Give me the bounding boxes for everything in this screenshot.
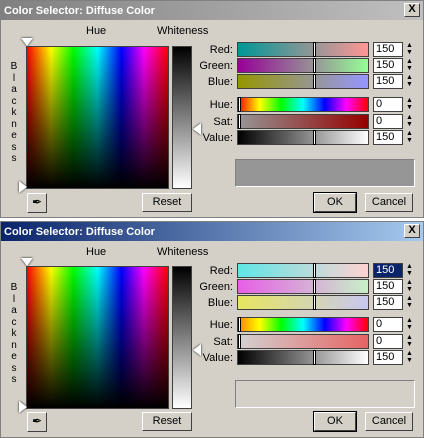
dialog-title: Color Selector: Diffuse Color (4, 4, 155, 17)
value-slider-thumb[interactable] (313, 130, 316, 145)
hue-spinner-arrows-icon[interactable]: ▲ ▼ (405, 317, 414, 332)
hue-slider[interactable] (237, 97, 369, 112)
green-spinner-arrows-icon[interactable]: ▲ ▼ (405, 58, 414, 73)
green-slider-thumb[interactable] (313, 58, 316, 73)
green-slider-thumb[interactable] (313, 279, 316, 294)
value-spinner[interactable]: 150 (373, 130, 403, 145)
blue-slider[interactable] (237, 74, 369, 89)
hue-spinner[interactable]: 0 (373, 317, 403, 332)
ok-button[interactable]: OK (313, 411, 357, 432)
green-slider[interactable] (237, 58, 369, 73)
color-preview-swatch (235, 380, 415, 408)
sat-slider[interactable] (237, 334, 369, 349)
value-slider[interactable] (237, 130, 369, 145)
value-spinner[interactable]: 150 (373, 350, 403, 365)
close-button[interactable]: X (404, 224, 420, 238)
value-label: Value: (202, 132, 233, 144)
hue-row-label: Hue: (209, 99, 233, 111)
hue-label: Hue (86, 25, 107, 37)
reset-button[interactable]: Reset (142, 412, 192, 431)
blue-slider-thumb[interactable] (313, 295, 316, 310)
hue-marker-icon[interactable] (21, 258, 33, 266)
title-bar: Color Selector: Diffuse Color (1, 1, 423, 20)
green-label: Green: (199, 60, 233, 72)
value-slider[interactable] (237, 350, 369, 365)
hue-spinner-arrows-icon[interactable]: ▲ ▼ (405, 97, 414, 112)
blue-spinner-arrows-icon[interactable]: ▲ ▼ (405, 295, 414, 310)
hue-blackness-field[interactable] (26, 266, 169, 409)
hue-marker-icon[interactable] (21, 38, 33, 46)
eyedropper-icon[interactable]: ✒ (27, 412, 47, 432)
red-spinner[interactable]: 150 (373, 42, 403, 57)
value-slider-thumb[interactable] (313, 350, 316, 365)
reset-button[interactable]: Reset (142, 193, 192, 212)
color-selector-dialog: Color Selector: Diffuse Color X Hue Whit… (0, 0, 424, 218)
green-slider[interactable] (237, 279, 369, 294)
sat-spinner[interactable]: 0 (373, 334, 403, 349)
color-selector-dialog: Color Selector: Diffuse Color X Hue Whit… (0, 221, 424, 438)
hue-slider[interactable] (237, 317, 369, 332)
blue-label: Blue: (207, 297, 233, 309)
green-spinner-arrows-icon[interactable]: ▲ ▼ (405, 279, 414, 294)
blackness-label: Blackness (10, 61, 18, 164)
blackness-marker-icon[interactable] (19, 181, 27, 193)
cancel-button[interactable]: Cancel (365, 193, 413, 212)
blue-spinner-arrows-icon[interactable]: ▲ ▼ (405, 74, 414, 89)
value-spinner-arrows-icon[interactable]: ▲ ▼ (405, 350, 414, 365)
hue-label: Hue (86, 246, 107, 258)
blackness-label: Blackness (10, 282, 18, 385)
sat-spinner-arrows-icon[interactable]: ▲ ▼ (405, 334, 414, 349)
close-button[interactable]: X (404, 3, 420, 17)
value-label: Value: (202, 352, 233, 364)
sat-spinner-arrows-icon[interactable]: ▲ ▼ (405, 114, 414, 129)
cancel-button[interactable]: Cancel (365, 412, 413, 431)
ok-button[interactable]: OK (313, 192, 357, 213)
red-slider[interactable] (237, 263, 369, 278)
hue-row-label: Hue: (209, 319, 233, 331)
red-spinner-arrows-icon[interactable]: ▲ ▼ (405, 42, 414, 57)
red-label: Red: (209, 265, 233, 277)
hue-spinner[interactable]: 0 (373, 97, 403, 112)
blue-spinner[interactable]: 150 (373, 295, 403, 310)
green-spinner[interactable]: 150 (373, 279, 403, 294)
blue-slider[interactable] (237, 295, 369, 310)
whiteness-label: Whiteness (157, 246, 209, 258)
sat-spinner[interactable]: 0 (373, 114, 403, 129)
red-slider-thumb[interactable] (313, 42, 316, 57)
blue-spinner[interactable]: 150 (373, 74, 403, 89)
red-label: Red: (209, 44, 233, 56)
red-spinner[interactable]: 150 (373, 263, 403, 278)
color-preview-swatch (235, 159, 415, 187)
blue-label: Blue: (207, 76, 233, 88)
hue-slider-thumb[interactable] (238, 97, 241, 112)
sat-label: Sat: (213, 116, 233, 128)
red-spinner-arrows-icon[interactable]: ▲ ▼ (405, 263, 414, 278)
green-label: Green: (199, 281, 233, 293)
blue-slider-thumb[interactable] (313, 74, 316, 89)
red-slider[interactable] (237, 42, 369, 57)
sat-label: Sat: (213, 336, 233, 348)
title-bar: Color Selector: Diffuse Color (1, 222, 423, 241)
hue-slider-thumb[interactable] (238, 317, 241, 332)
sat-slider-thumb[interactable] (238, 114, 241, 129)
whiteness-label: Whiteness (157, 25, 209, 37)
red-slider-thumb[interactable] (313, 263, 316, 278)
sat-slider-thumb[interactable] (238, 334, 241, 349)
hue-blackness-field[interactable] (26, 46, 169, 189)
sat-slider[interactable] (237, 114, 369, 129)
green-spinner[interactable]: 150 (373, 58, 403, 73)
eyedropper-icon[interactable]: ✒ (27, 193, 47, 213)
dialog-title: Color Selector: Diffuse Color (4, 225, 155, 238)
blackness-marker-icon[interactable] (19, 401, 27, 413)
value-spinner-arrows-icon[interactable]: ▲ ▼ (405, 130, 414, 145)
